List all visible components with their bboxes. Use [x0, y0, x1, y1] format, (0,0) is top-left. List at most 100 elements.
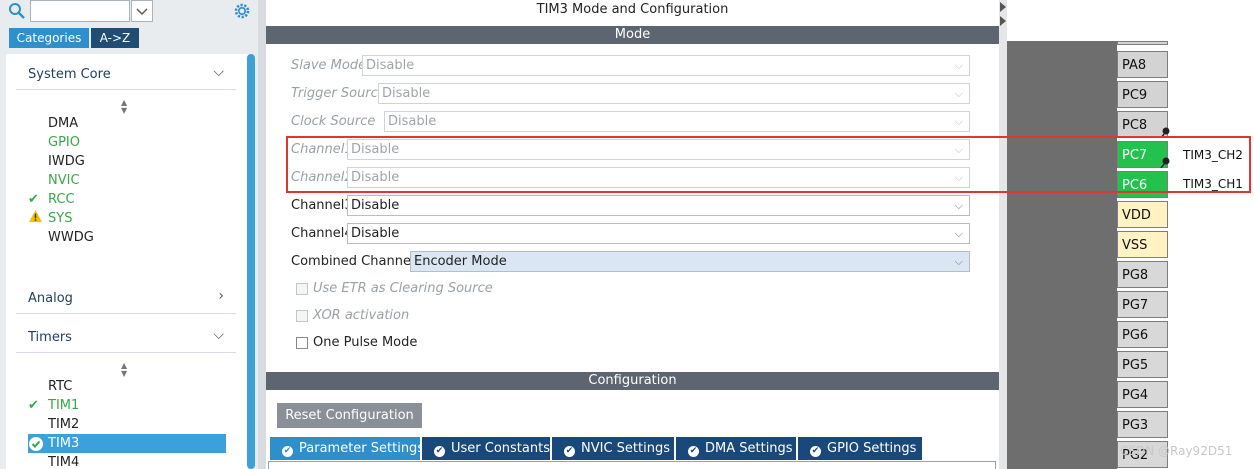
chevron-down-icon: ⌵ [954, 87, 963, 100]
gear-icon[interactable] [232, 1, 252, 21]
pin-pg5[interactable]: PG5 [1117, 351, 1168, 378]
slave-mode-select[interactable]: Disable ⌵ [362, 55, 970, 76]
pin-pa8[interactable]: PA8 [1117, 51, 1168, 78]
chevron-down-icon: ⌵ [954, 59, 963, 72]
combined-channels-label: Combined Channels [291, 254, 422, 269]
check-icon: ✔ [28, 398, 39, 413]
item-label: RCC [48, 192, 75, 207]
pin-vdd[interactable]: VDD [1117, 201, 1168, 228]
chevron-down-icon: ⌵ [954, 115, 963, 128]
item-label: NVIC [48, 173, 80, 188]
tab-categories[interactable]: Categories [9, 28, 89, 48]
item-label: IWDG [48, 154, 85, 169]
channel3-select[interactable]: Disable ⌵ [347, 195, 970, 216]
item-label: TIM3 [48, 436, 80, 451]
select-value: Disable [351, 198, 400, 213]
section-label: Timers [28, 330, 72, 345]
check-circle-icon: ✔ [564, 446, 575, 457]
pin-pc9[interactable]: PC9 [1117, 81, 1168, 108]
chip-body [1007, 41, 1117, 469]
clock-source-select[interactable]: Disable ⌵ [384, 111, 970, 132]
warning-icon [28, 209, 44, 230]
check-circle-icon: ✔ [282, 446, 293, 457]
search-dropdown-button[interactable] [131, 0, 153, 22]
tab-label: User Constants [451, 441, 550, 456]
tab-user-constants[interactable]: ✔ User Constants [422, 437, 550, 460]
item-label: TIM4 [48, 455, 80, 469]
watermark: CSDN @Ray92D51 [1120, 444, 1233, 458]
tab-label: GPIO Settings [827, 441, 917, 456]
section-analog[interactable]: Analog › [16, 284, 236, 314]
slave-mode-label: Slave Mode [291, 58, 367, 73]
check-circle-icon [28, 434, 44, 458]
tab-label: DMA Settings [705, 441, 793, 456]
tab-a-to-z[interactable]: A->Z [91, 28, 139, 48]
search-input[interactable] [30, 0, 130, 22]
section-label: Analog [28, 291, 73, 306]
configuration-section-bar: Configuration [266, 372, 999, 390]
item-label: TIM1 [48, 398, 80, 413]
chevron-down-icon: ⌵ [954, 227, 963, 240]
combined-channels-select[interactable]: Encoder Mode ⌵ [410, 251, 970, 272]
tab-dma-settings[interactable]: ✔ DMA Settings [676, 437, 796, 460]
select-value: Disable [351, 226, 400, 241]
chevron-down-icon [136, 8, 148, 15]
tab-label: NVIC Settings [581, 441, 670, 456]
channel4-select[interactable]: Disable ⌵ [347, 223, 970, 244]
clock-source-label: Clock Source [291, 114, 376, 129]
channel3-label: Channel3 [291, 198, 353, 213]
chevron-right-icon: › [218, 288, 224, 304]
sort-arrows-icon[interactable]: ▲ ▼ [121, 362, 127, 378]
reset-configuration-button[interactable]: Reset Configuration [277, 403, 422, 428]
chevron-down-icon: ⌵ [213, 64, 224, 80]
section-system-core[interactable]: System Core ⌵ [16, 60, 236, 90]
sidebar-item-tim3[interactable]: TIM3 [28, 434, 226, 453]
pin-pg6[interactable]: PG6 [1117, 321, 1168, 348]
tab-gpio-settings[interactable]: ✔ GPIO Settings [798, 437, 922, 460]
trigger-source-label: Trigger Source [291, 86, 386, 101]
item-label: GPIO [48, 135, 80, 150]
pin-vss[interactable]: VSS [1117, 231, 1168, 258]
check-circle-icon: ✔ [434, 446, 445, 457]
tab-label: Parameter Settings [299, 441, 425, 456]
pin-pg8[interactable]: PG8 [1117, 261, 1168, 288]
item-label: RTC [48, 379, 73, 394]
chevron-down-icon: ⌵ [954, 255, 963, 268]
item-label: TIM2 [48, 417, 80, 432]
checkbox-box [296, 283, 308, 295]
item-label: WWDG [48, 230, 94, 245]
settings-content-area [268, 461, 996, 469]
left-scrollbar[interactable] [247, 54, 255, 469]
trigger-source-select[interactable]: Disable ⌵ [378, 83, 970, 104]
highlight-annotation [286, 136, 1251, 193]
check-icon: ✔ [28, 192, 39, 207]
panel-splitter[interactable] [999, 0, 1007, 469]
check-circle-icon: ✔ [688, 446, 699, 457]
select-value: Encoder Mode [414, 254, 507, 269]
channel4-label: Channel4 [291, 226, 353, 241]
splitter-arrows-icon [1000, 2, 1006, 26]
sort-arrows-icon[interactable]: ▲ ▼ [121, 99, 127, 115]
chevron-down-icon: ⌵ [213, 327, 224, 343]
checkbox-label: Use ETR as Clearing Source [313, 281, 493, 296]
checkbox-box [296, 310, 308, 322]
panel-title: TIM3 Mode and Configuration [536, 2, 729, 17]
section-label: System Core [28, 67, 111, 82]
select-value: Disable [388, 114, 437, 129]
tab-parameter-settings[interactable]: ✔ Parameter Settings [270, 437, 424, 460]
checkbox-label: One Pulse Mode [313, 335, 418, 350]
search-icon[interactable] [7, 1, 27, 21]
left-panel: Categories A->Z System Core ⌵ ▲ ▼ DMA GPI… [0, 0, 258, 469]
select-value: Disable [366, 58, 415, 73]
chevron-down-icon: ⌵ [954, 199, 963, 212]
item-label: SYS [48, 211, 73, 226]
pin-pg3[interactable]: PG3 [1117, 411, 1168, 438]
mode-section-bar: Mode [266, 26, 999, 44]
checkbox-box [296, 337, 308, 349]
pin-pg7[interactable]: PG7 [1117, 291, 1168, 318]
section-timers[interactable]: Timers ⌵ [16, 323, 236, 353]
pin-pg4[interactable]: PG4 [1117, 381, 1168, 408]
pin-partial [1117, 41, 1168, 45]
tab-nvic-settings[interactable]: ✔ NVIC Settings [552, 437, 674, 460]
check-circle-icon: ✔ [810, 446, 821, 457]
